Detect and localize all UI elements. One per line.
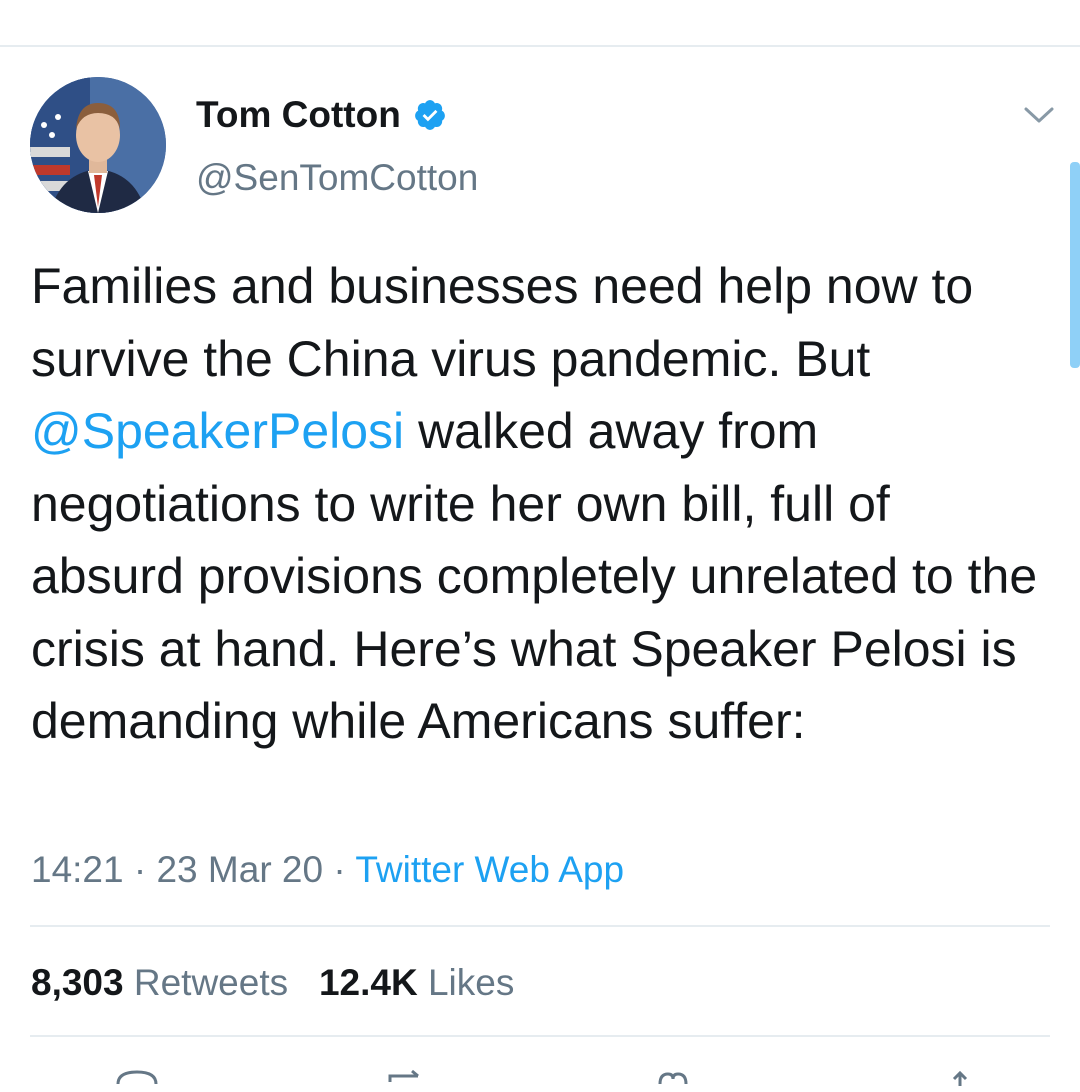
tweet-source-link[interactable]: Twitter Web App	[355, 849, 624, 890]
reply-icon[interactable]	[112, 1062, 162, 1092]
divider	[30, 1035, 1050, 1037]
tweet-stats: 8,303 Retweets 12.4K Likes	[31, 960, 514, 1006]
tweet-text-part1: Families and businesses need help now to…	[31, 258, 974, 387]
avatar-image	[30, 77, 166, 213]
chevron-down-icon[interactable]	[1022, 103, 1056, 127]
retweets-count: 8,303	[31, 962, 124, 1003]
avatar[interactable]	[30, 77, 166, 213]
retweets-label: Retweets	[133, 962, 289, 1003]
tweet-meta: 14:21 · 23 Mar 20 · Twitter Web App	[31, 847, 624, 893]
retweet-icon[interactable]	[380, 1062, 430, 1092]
tweet-date: 23 Mar 20	[156, 849, 324, 890]
retweets-stat[interactable]: 8,303 Retweets	[31, 962, 288, 1003]
like-icon[interactable]	[648, 1062, 698, 1092]
divider	[30, 925, 1050, 927]
likes-stat[interactable]: 12.4K Likes	[319, 962, 514, 1003]
likes-count: 12.4K	[318, 962, 418, 1003]
meta-separator: ·	[133, 849, 147, 890]
mention-link[interactable]: @SpeakerPelosi	[31, 403, 404, 459]
verified-badge-icon	[414, 100, 445, 130]
author-name-text[interactable]: Tom Cotton	[196, 93, 401, 137]
meta-separator: ·	[333, 849, 346, 890]
top-divider	[0, 45, 1080, 47]
likes-label: Likes	[427, 962, 515, 1003]
share-icon[interactable]	[935, 1062, 985, 1092]
author-name[interactable]: Tom Cotton	[196, 93, 447, 137]
tweet-time: 14:21	[31, 849, 124, 890]
tweet-text: Families and businesses need help now to…	[31, 250, 1041, 758]
author-handle[interactable]: @SenTomCotton	[196, 156, 478, 200]
scrollbar[interactable]	[1070, 162, 1080, 368]
